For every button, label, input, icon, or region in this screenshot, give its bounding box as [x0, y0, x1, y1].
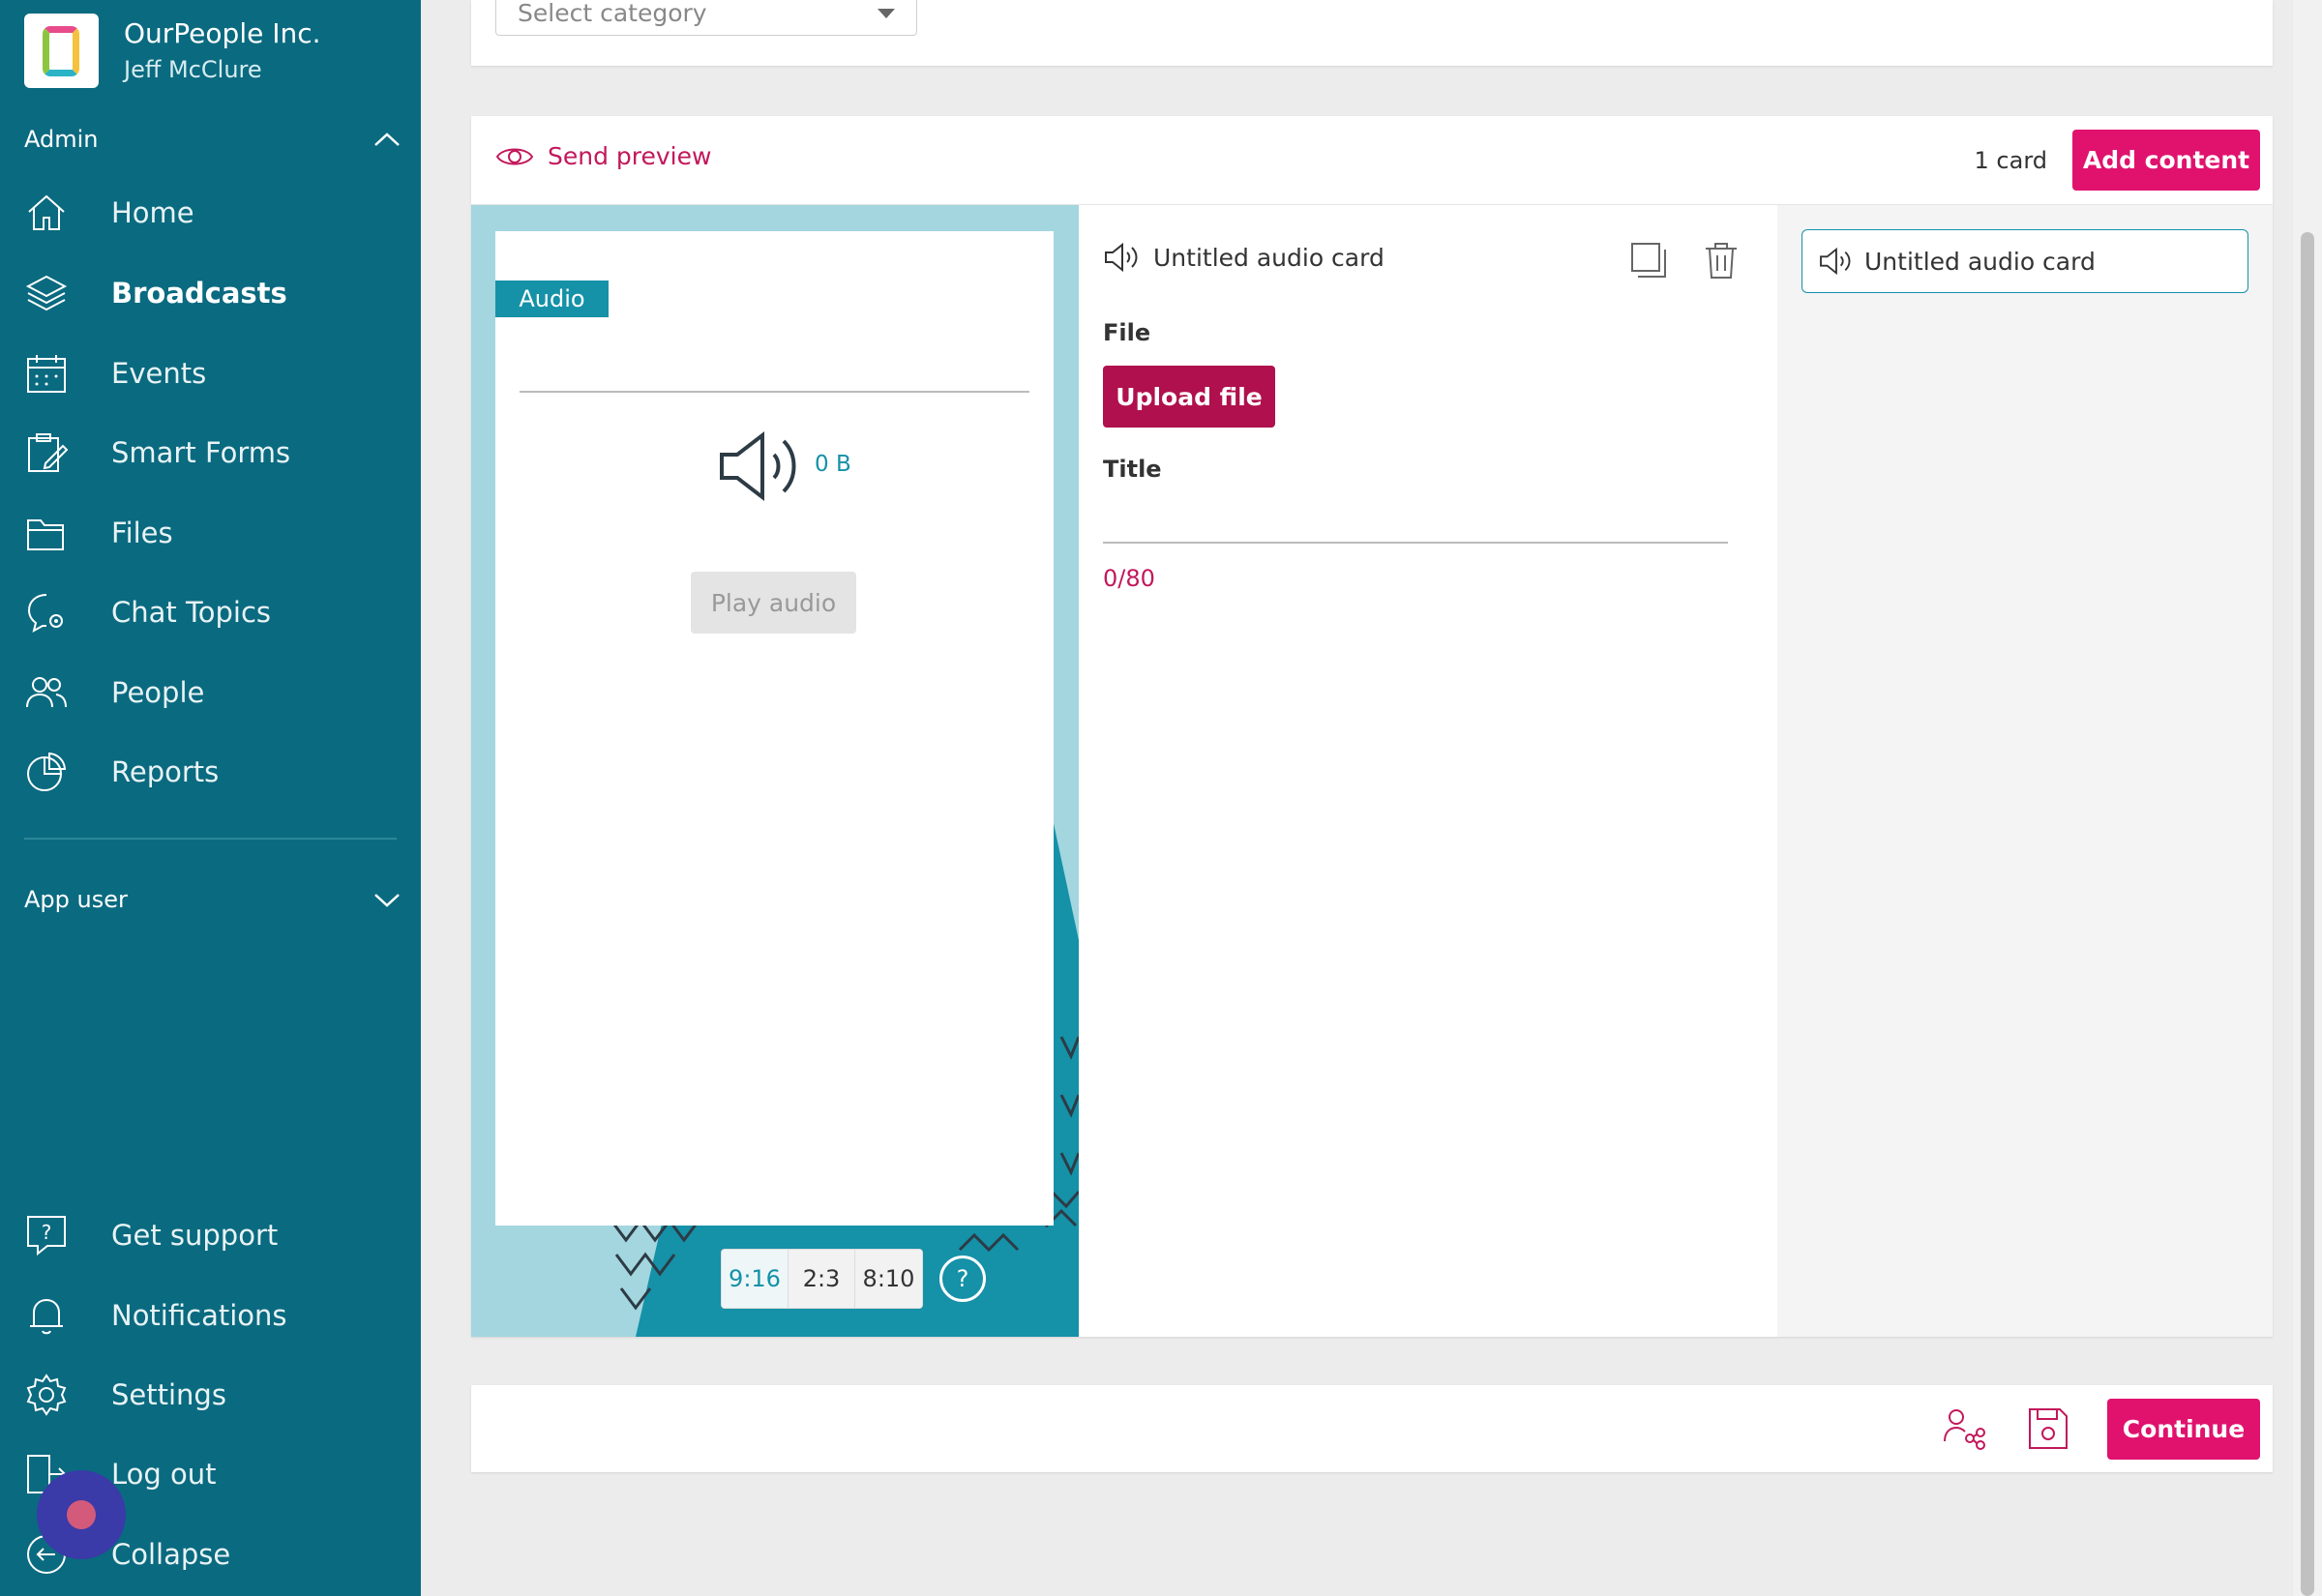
calendar-icon: [27, 355, 66, 393]
caret-down-icon: [878, 8, 895, 18]
sidebar: OurPeople Inc. Jeff McClure Admin Home B…: [0, 0, 421, 1596]
sidebar-item-files[interactable]: Files: [0, 499, 421, 567]
people-icon: [26, 677, 67, 708]
add-content-button[interactable]: Add content: [2072, 130, 2260, 191]
user-name: Jeff McClure: [124, 55, 262, 83]
card-list: Untitled audio card: [1777, 205, 2273, 1337]
sidebar-item-label: Files: [111, 517, 173, 549]
chevron-up-icon: [374, 133, 400, 146]
preview-title-line: [520, 391, 1029, 393]
pie-chart-icon: [27, 752, 67, 791]
sidebar-item-label: Smart Forms: [111, 436, 291, 469]
card-list-item[interactable]: Untitled audio card: [1801, 229, 2248, 293]
card-editor: Send preview 1 card Add content Audio 0 …: [471, 116, 2273, 1337]
play-audio-button[interactable]: Play audio: [691, 572, 856, 634]
phone-preview: Audio 0 B Play audio: [495, 231, 1054, 1226]
home-icon: [28, 194, 65, 230]
sidebar-item-label: Log out: [111, 1458, 217, 1491]
main-content: Select category Send preview 1 card Add …: [421, 0, 2293, 1596]
chat-gear-icon: [27, 594, 63, 633]
duplicate-icon[interactable]: [1628, 240, 1669, 281]
send-preview-label: Send preview: [548, 142, 712, 170]
category-select-placeholder: Select category: [518, 0, 707, 27]
sidebar-item-label: Settings: [111, 1378, 226, 1411]
send-preview-button[interactable]: Send preview: [495, 142, 711, 170]
sidebar-item-label: People: [111, 676, 205, 709]
card-list-item-label: Untitled audio card: [1864, 247, 2096, 276]
card-preview-area: Audio 0 B Play audio 9:16 2:3 8:10 ?: [471, 205, 1079, 1337]
help-circle-icon[interactable]: ?: [939, 1256, 986, 1302]
share-users-icon[interactable]: [1942, 1406, 1986, 1451]
section-admin-toggle[interactable]: Admin: [24, 122, 402, 157]
sidebar-item-people[interactable]: People: [0, 659, 421, 726]
bell-icon: [30, 1298, 63, 1335]
card-count: 1 card: [1974, 147, 2047, 174]
trash-icon[interactable]: [1703, 240, 1740, 281]
aspect-ratio-selector: 9:16 2:3 8:10: [721, 1249, 923, 1309]
org-name: OurPeople Inc.: [124, 16, 321, 49]
clipboard-icon: [28, 433, 69, 472]
section-app-user-toggle[interactable]: App user: [24, 882, 402, 917]
chevron-down-icon: [374, 894, 400, 907]
speaker-icon: [720, 430, 796, 502]
org-logo: [24, 14, 99, 88]
title-character-counter: 0/80: [1103, 565, 1155, 592]
sidebar-item-label: Collapse: [111, 1538, 231, 1571]
audio-card-icon: [1820, 247, 1851, 276]
ratio-8-10[interactable]: 8:10: [855, 1250, 922, 1308]
org-header[interactable]: OurPeople Inc. Jeff McClure: [24, 14, 321, 88]
sidebar-item-notifications[interactable]: Notifications: [0, 1282, 421, 1349]
audio-card-icon: [1105, 242, 1138, 273]
sidebar-item-get-support[interactable]: ? Get support: [0, 1201, 421, 1269]
help-icon: ?: [27, 1216, 66, 1256]
continue-button[interactable]: Continue: [2107, 1399, 2260, 1460]
category-panel: Select category: [471, 0, 2273, 66]
eye-icon: [495, 148, 534, 164]
card-title-row: Untitled audio card: [1103, 242, 1384, 273]
section-admin-label: Admin: [24, 126, 99, 153]
sidebar-item-label: Home: [111, 196, 194, 229]
sidebar-item-label: Get support: [111, 1219, 279, 1252]
sidebar-item-reports[interactable]: Reports: [0, 738, 421, 806]
sidebar-item-label: Chat Topics: [111, 596, 272, 629]
title-input[interactable]: [1103, 495, 1728, 544]
sidebar-divider: [24, 838, 397, 840]
scrollbar[interactable]: [2293, 0, 2322, 1596]
sidebar-item-events[interactable]: Events: [0, 340, 421, 407]
sidebar-item-broadcasts[interactable]: Broadcasts: [0, 259, 421, 327]
scrollbar-thumb[interactable]: [2301, 232, 2314, 1596]
chat-widget-button[interactable]: [37, 1470, 126, 1559]
sidebar-item-chat-topics[interactable]: Chat Topics: [0, 578, 421, 646]
sidebar-item-label: Broadcasts: [111, 277, 287, 310]
sidebar-item-label: Notifications: [111, 1299, 287, 1332]
layers-icon: [25, 275, 68, 311]
section-app-user-label: App user: [24, 886, 128, 913]
editor-header: Send preview 1 card Add content: [471, 116, 2273, 205]
card-form: Untitled audio card File Upload file Tit…: [1079, 205, 1777, 1337]
category-select[interactable]: Select category: [495, 0, 917, 36]
sidebar-item-smart-forms[interactable]: Smart Forms: [0, 419, 421, 487]
sidebar-item-label: Reports: [111, 755, 220, 788]
footer-bar: Continue: [471, 1385, 2273, 1472]
audio-tag: Audio: [495, 281, 609, 317]
file-label: File: [1103, 319, 1151, 346]
file-size: 0 B: [815, 452, 851, 477]
svg-text:?: ?: [42, 1221, 52, 1244]
sidebar-item-label: Events: [111, 357, 207, 390]
gear-icon: [26, 1374, 67, 1416]
upload-file-button[interactable]: Upload file: [1103, 366, 1275, 428]
sidebar-item-settings[interactable]: Settings: [0, 1361, 421, 1429]
title-label: Title: [1103, 456, 1162, 483]
ratio-9-16[interactable]: 9:16: [722, 1250, 789, 1308]
sidebar-item-home[interactable]: Home: [0, 179, 421, 247]
ratio-2-3[interactable]: 2:3: [789, 1250, 855, 1308]
card-title: Untitled audio card: [1153, 243, 1384, 272]
folder-icon: [27, 519, 64, 550]
save-icon[interactable]: [2027, 1406, 2069, 1451]
